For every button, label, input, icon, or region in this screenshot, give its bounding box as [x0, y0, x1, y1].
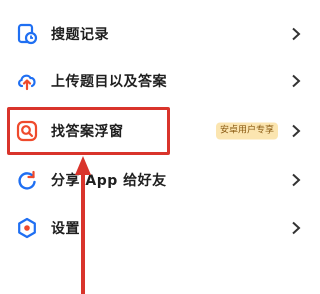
- menu-item-label: 设置: [51, 221, 80, 237]
- chevron-right-icon: [292, 74, 301, 88]
- menu-item-upload-question[interactable]: 上传题目以及答案: [0, 61, 313, 101]
- highlight-box: [7, 107, 170, 155]
- menu-item-label: 分享 App 给好友: [51, 173, 167, 189]
- chevron-right-icon: [292, 124, 301, 138]
- chevron-right-icon: [292, 27, 301, 41]
- search-history-icon: [17, 23, 38, 45]
- menu-item-search-history[interactable]: 搜题记录: [0, 14, 313, 54]
- android-exclusive-badge: 安卓用户专享: [216, 122, 279, 140]
- menu-item-label: 搜题记录: [51, 27, 109, 43]
- chevron-right-icon: [292, 221, 301, 235]
- chevron-right-icon: [292, 173, 301, 187]
- menu-item-settings[interactable]: 设置: [0, 208, 313, 248]
- settings-gear-icon: [18, 217, 36, 239]
- menu-item-label: 上传题目以及答案: [51, 74, 167, 90]
- upload-cloud-icon: [18, 74, 36, 91]
- menu-item-share-app[interactable]: 分享 App 给好友: [0, 160, 313, 200]
- share-refresh-icon: [18, 170, 36, 190]
